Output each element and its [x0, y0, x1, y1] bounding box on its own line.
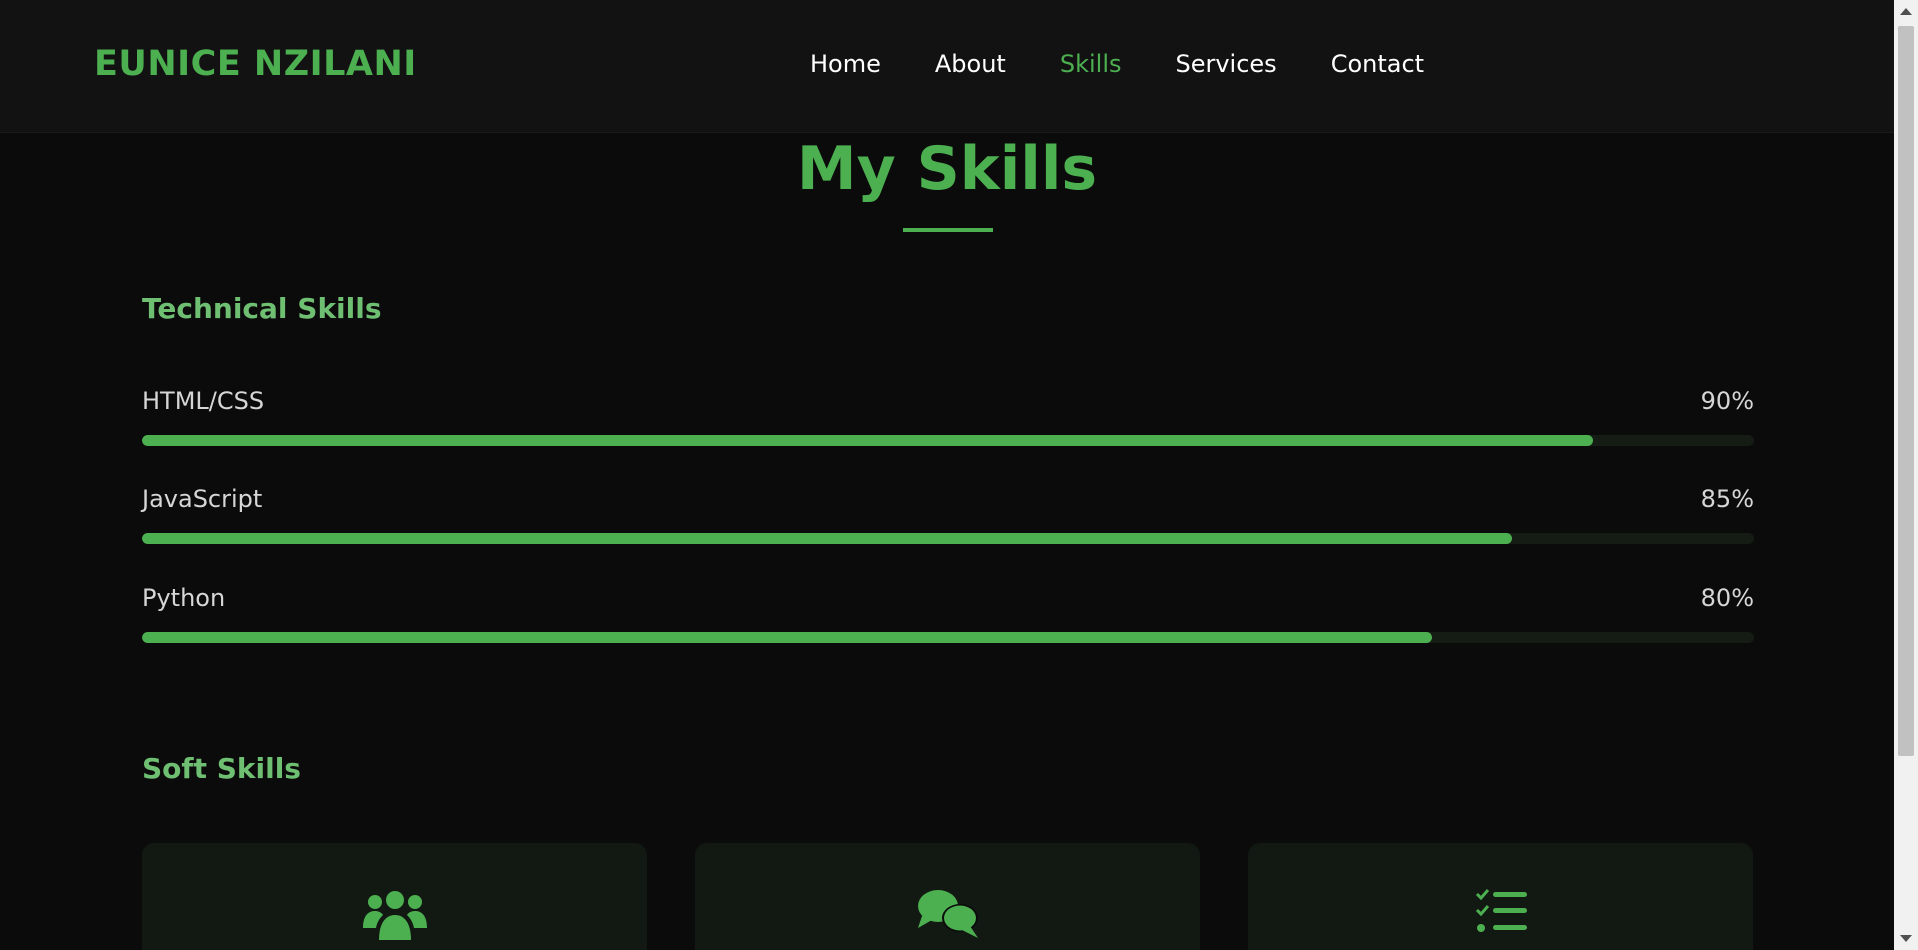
users-icon	[362, 891, 427, 940]
brand-logo[interactable]: EUNICE NZILANI	[94, 44, 417, 84]
soft-skill-card-teamwork[interactable]	[142, 843, 647, 950]
title-underline	[903, 228, 993, 232]
top-navbar: EUNICE NZILANI Home About Skills Service…	[0, 0, 1894, 133]
skill-progress-track	[142, 632, 1754, 643]
nav-home-link[interactable]: Home	[810, 50, 881, 78]
skill-percent: 85%	[1700, 485, 1754, 513]
comments-icon	[917, 890, 978, 938]
technical-skills-heading: Technical Skills	[142, 292, 382, 325]
skill-percent: 90%	[1700, 387, 1754, 415]
skill-progress-fill	[142, 435, 1593, 446]
soft-skills-heading: Soft Skills	[142, 752, 301, 785]
skill-name: JavaScript	[142, 485, 263, 513]
vertical-scrollbar[interactable]	[1894, 0, 1918, 950]
main-nav: Home About Skills Services Contact	[810, 50, 1478, 78]
soft-skill-card-organization[interactable]	[1248, 843, 1753, 950]
skill-progress-fill	[142, 632, 1432, 643]
scroll-thumb[interactable]	[1898, 26, 1914, 756]
soft-skill-card-communication[interactable]	[695, 843, 1200, 950]
scroll-up-arrow-icon[interactable]	[1900, 8, 1912, 15]
skill-progress-track	[142, 435, 1754, 446]
nav-skills-link[interactable]: Skills	[1060, 50, 1122, 78]
skill-row: HTML/CSS 90%	[142, 387, 1754, 457]
scroll-down-arrow-icon[interactable]	[1900, 935, 1912, 942]
skill-row: Python 80%	[142, 584, 1754, 654]
section-title: My Skills	[796, 134, 1098, 204]
nav-services-link[interactable]: Services	[1175, 50, 1276, 78]
nav-contact-link[interactable]: Contact	[1331, 50, 1424, 78]
skill-name: Python	[142, 584, 226, 612]
nav-about-link[interactable]: About	[935, 50, 1006, 78]
skill-progress-track	[142, 533, 1754, 544]
skill-progress-fill	[142, 533, 1513, 544]
skill-percent: 80%	[1700, 584, 1754, 612]
skill-name: HTML/CSS	[142, 387, 265, 415]
tasks-list-icon	[1475, 889, 1527, 932]
page: EUNICE NZILANI Home About Skills Service…	[0, 0, 1894, 950]
skill-row: JavaScript 85%	[142, 485, 1754, 555]
